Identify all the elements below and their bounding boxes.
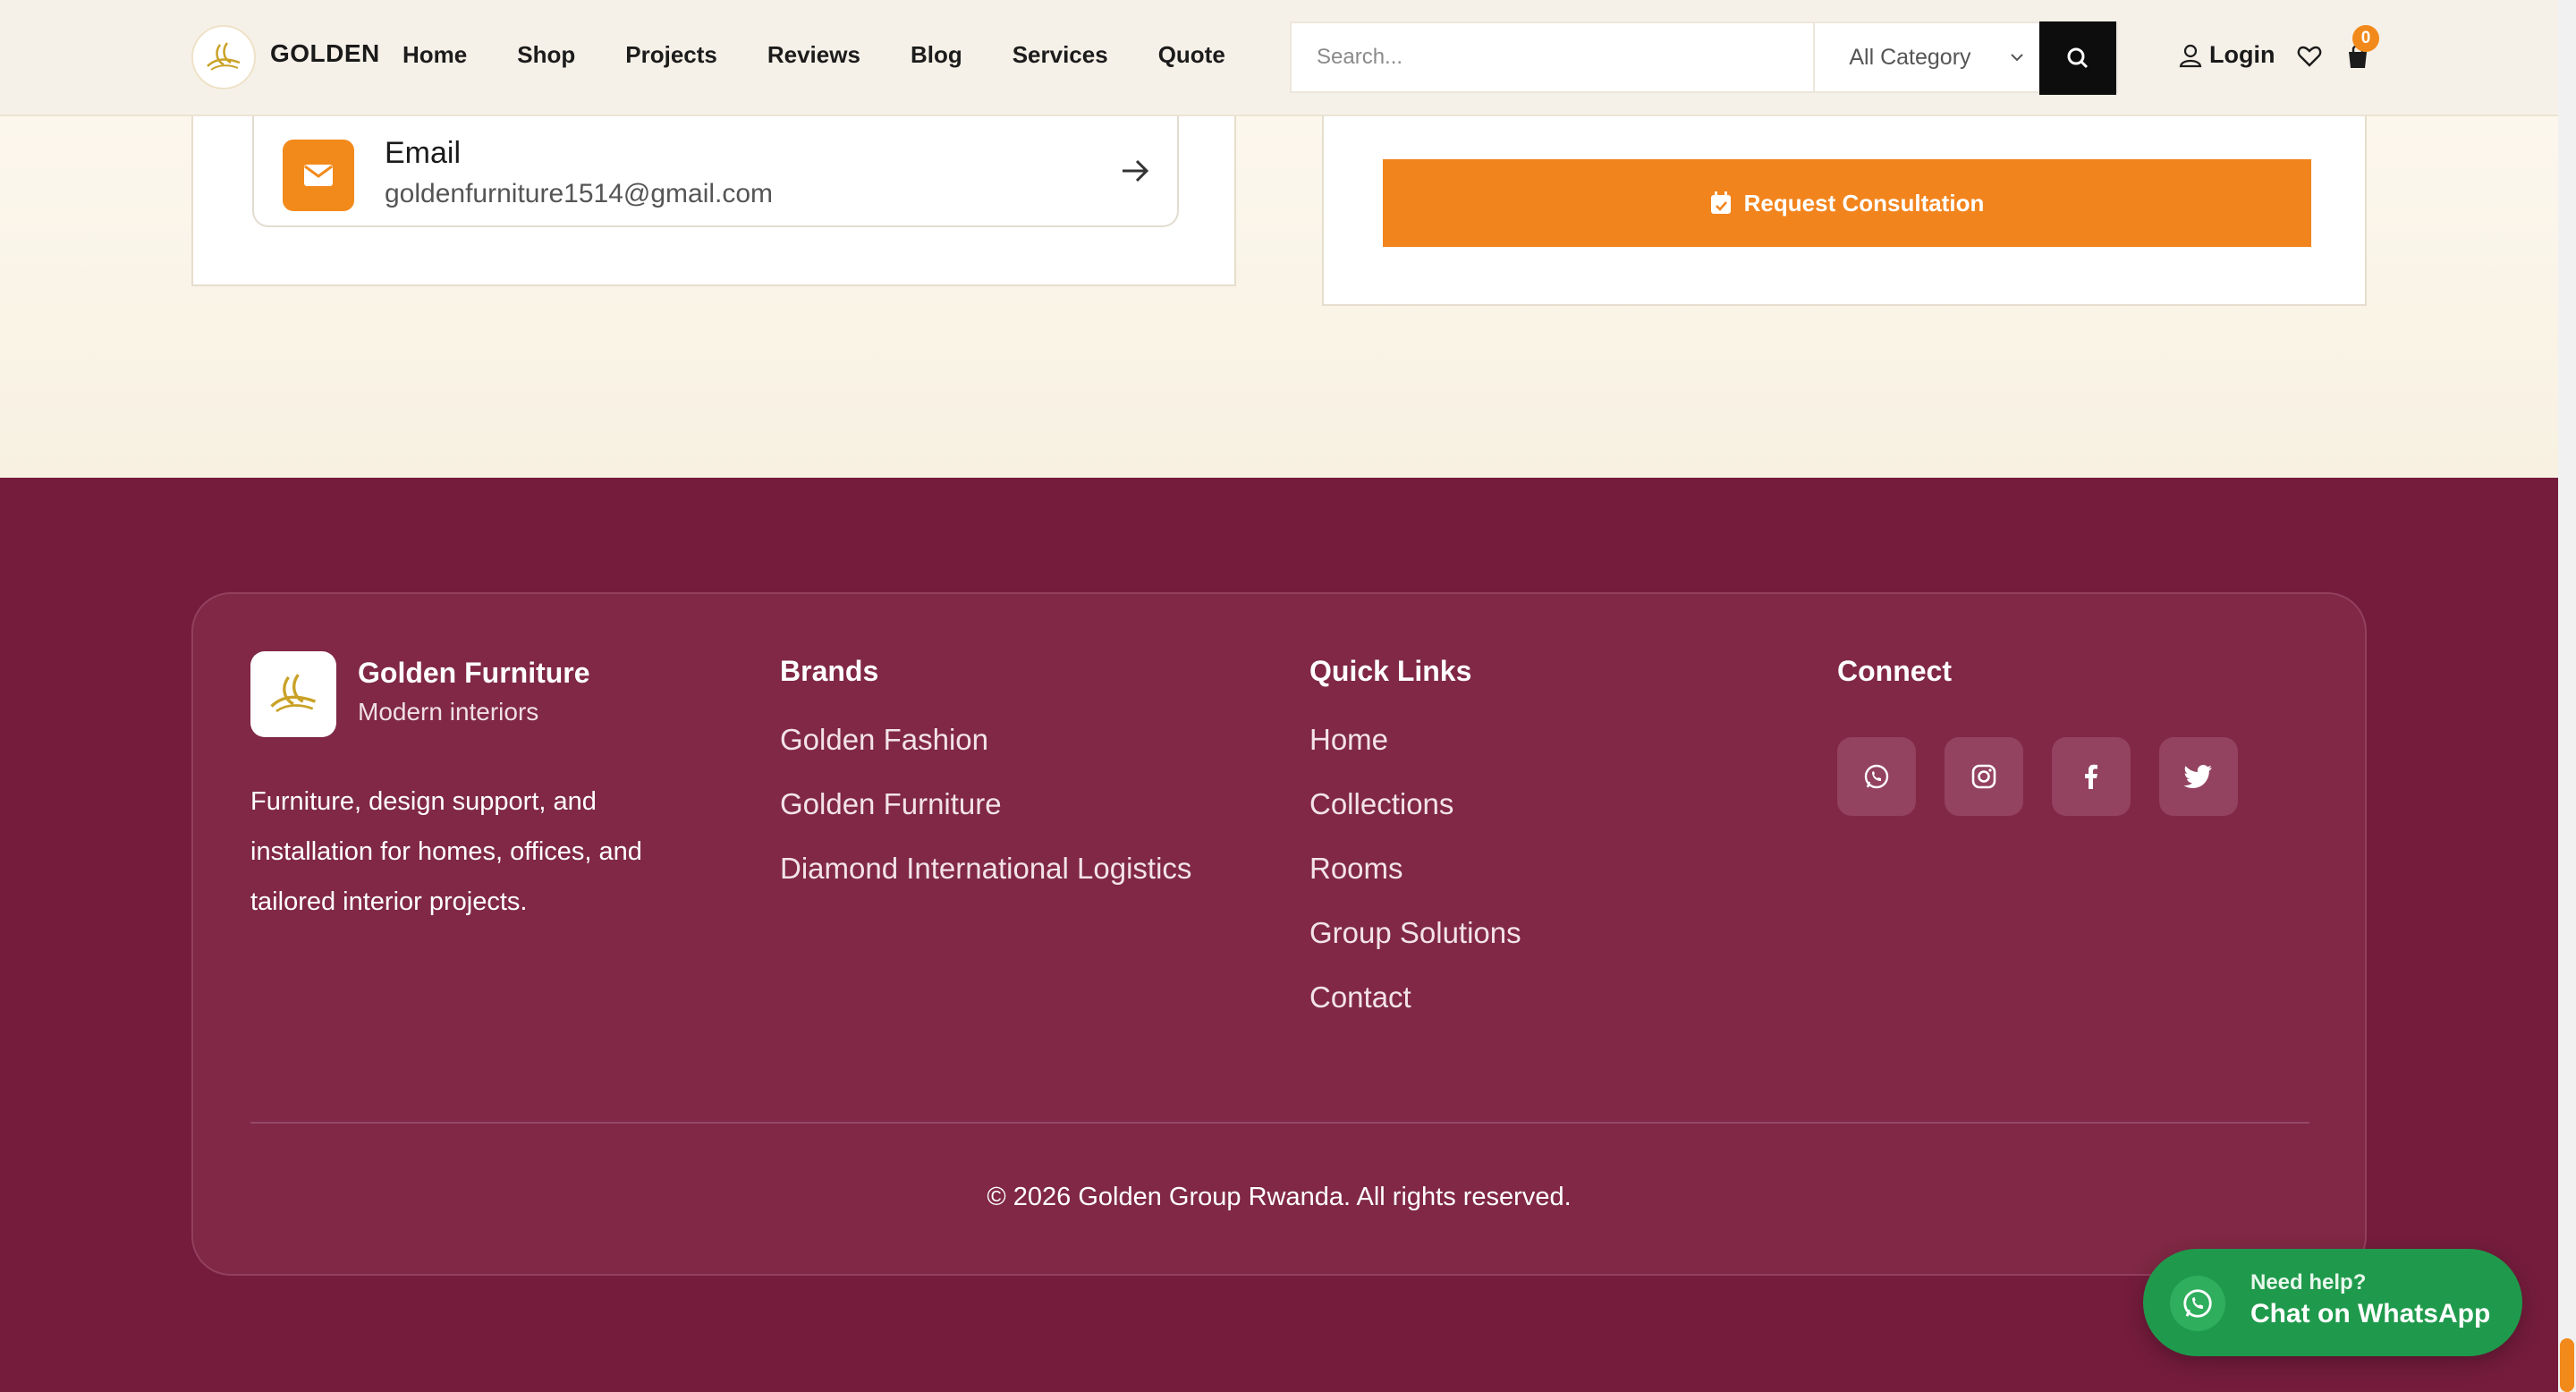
- instagram-icon: [1971, 764, 1996, 789]
- footer-description: Furniture, design support, and installat…: [250, 787, 642, 916]
- request-consultation-button[interactable]: Request Consultation: [1383, 159, 2311, 247]
- whatsapp-icon: [2170, 1276, 2225, 1331]
- request-consultation-label: Request Consultation: [1743, 189, 1985, 216]
- footer-brand-subtitle: Modern interiors: [358, 698, 539, 726]
- facebook-icon: [2085, 764, 2097, 789]
- copyright-text: © 2026 Golden Group Rwanda. All rights r…: [987, 1183, 1572, 1211]
- brands-list: Golden Fashion Golden Furniture Diamond …: [780, 723, 1191, 916]
- category-select[interactable]: All Category: [1813, 23, 2039, 91]
- nav-reviews[interactable]: Reviews: [767, 41, 860, 69]
- whatsapp-chat-label: Chat on WhatsApp: [2250, 1299, 2491, 1328]
- search-input[interactable]: [1292, 23, 1814, 91]
- golden-logo-icon: [207, 42, 241, 71]
- whatsapp-icon: [1864, 764, 1889, 789]
- footer-divider: [250, 1122, 2309, 1124]
- consultation-panel: Request Consultation: [1322, 89, 2367, 306]
- whatsapp-help-text: Need help?: [2250, 1270, 2367, 1294]
- scrollbar-thumb[interactable]: [2560, 1338, 2574, 1392]
- quick-link-contact[interactable]: Contact: [1309, 980, 1521, 1045]
- quick-link-rooms[interactable]: Rooms: [1309, 852, 1521, 916]
- email-address: goldenfurniture1514@gmail.com: [385, 179, 774, 208]
- connect-title: Connect: [1837, 655, 1952, 687]
- whatsapp-chat-button[interactable]: Need help? Chat on WhatsApp: [2143, 1249, 2522, 1356]
- brand-logo[interactable]: [191, 25, 256, 89]
- search-button[interactable]: [2039, 21, 2116, 95]
- footer-brand-name: Golden Furniture: [358, 657, 590, 689]
- facebook-social-button[interactable]: [2052, 737, 2131, 816]
- calendar-check-icon: [1710, 191, 1731, 214]
- login-label: Login: [2209, 41, 2275, 68]
- nav-projects[interactable]: Projects: [625, 41, 717, 69]
- twitter-social-button[interactable]: [2159, 737, 2238, 816]
- nav-services[interactable]: Services: [1013, 41, 1108, 69]
- nav-home[interactable]: Home: [402, 41, 467, 69]
- envelope-icon: [283, 140, 354, 211]
- scrollbar-track[interactable]: [2558, 0, 2576, 1392]
- quick-link-home[interactable]: Home: [1309, 723, 1521, 787]
- quick-links-title: Quick Links: [1309, 655, 1472, 687]
- nav-shop[interactable]: Shop: [517, 41, 575, 69]
- whatsapp-social-button[interactable]: [1837, 737, 1916, 816]
- email-contact-card[interactable]: Email goldenfurniture1514@gmail.com: [252, 107, 1179, 227]
- quick-link-collections[interactable]: Collections: [1309, 787, 1521, 852]
- user-icon: [2179, 44, 2202, 67]
- category-selected: All Category: [1849, 44, 1971, 70]
- instagram-social-button[interactable]: [1945, 737, 2023, 816]
- brands-title: Brands: [780, 655, 879, 687]
- twitter-icon: [2183, 765, 2212, 788]
- footer-logo[interactable]: [250, 651, 336, 737]
- login-link[interactable]: Login: [2179, 41, 2275, 69]
- arrow-right-icon: [1120, 157, 1150, 189]
- footer-card: Golden Furniture Modern interiors Furnit…: [191, 592, 2367, 1276]
- heart-icon: [2297, 46, 2322, 67]
- search-bar: All Category: [1290, 21, 2118, 95]
- email-title: Email: [385, 136, 462, 170]
- brand-link-golden-furniture[interactable]: Golden Furniture: [780, 787, 1191, 852]
- site-header: GOLDEN Home Shop Projects Reviews Blog S…: [0, 0, 2558, 116]
- main-nav: Home Shop Projects Reviews Blog Services…: [402, 41, 1275, 69]
- chevron-down-icon: [2011, 54, 2024, 62]
- brand-link-diamond-logistics[interactable]: Diamond International Logistics: [780, 852, 1191, 916]
- cart-count-badge: 0: [2352, 25, 2379, 52]
- golden-logo-icon: [270, 674, 317, 713]
- search-icon: [2067, 47, 2089, 69]
- social-links: [1837, 737, 2238, 816]
- quick-links-list: Home Collections Rooms Group Solutions C…: [1309, 723, 1521, 1045]
- wishlist-button[interactable]: [2297, 45, 2322, 72]
- nav-blog[interactable]: Blog: [911, 41, 962, 69]
- contact-info-panel: Email goldenfurniture1514@gmail.com: [191, 89, 1236, 286]
- brand-name[interactable]: GOLDEN: [270, 39, 380, 68]
- nav-quote[interactable]: Quote: [1158, 41, 1225, 69]
- quick-link-group-solutions[interactable]: Group Solutions: [1309, 916, 1521, 980]
- brand-link-golden-fashion[interactable]: Golden Fashion: [780, 723, 1191, 787]
